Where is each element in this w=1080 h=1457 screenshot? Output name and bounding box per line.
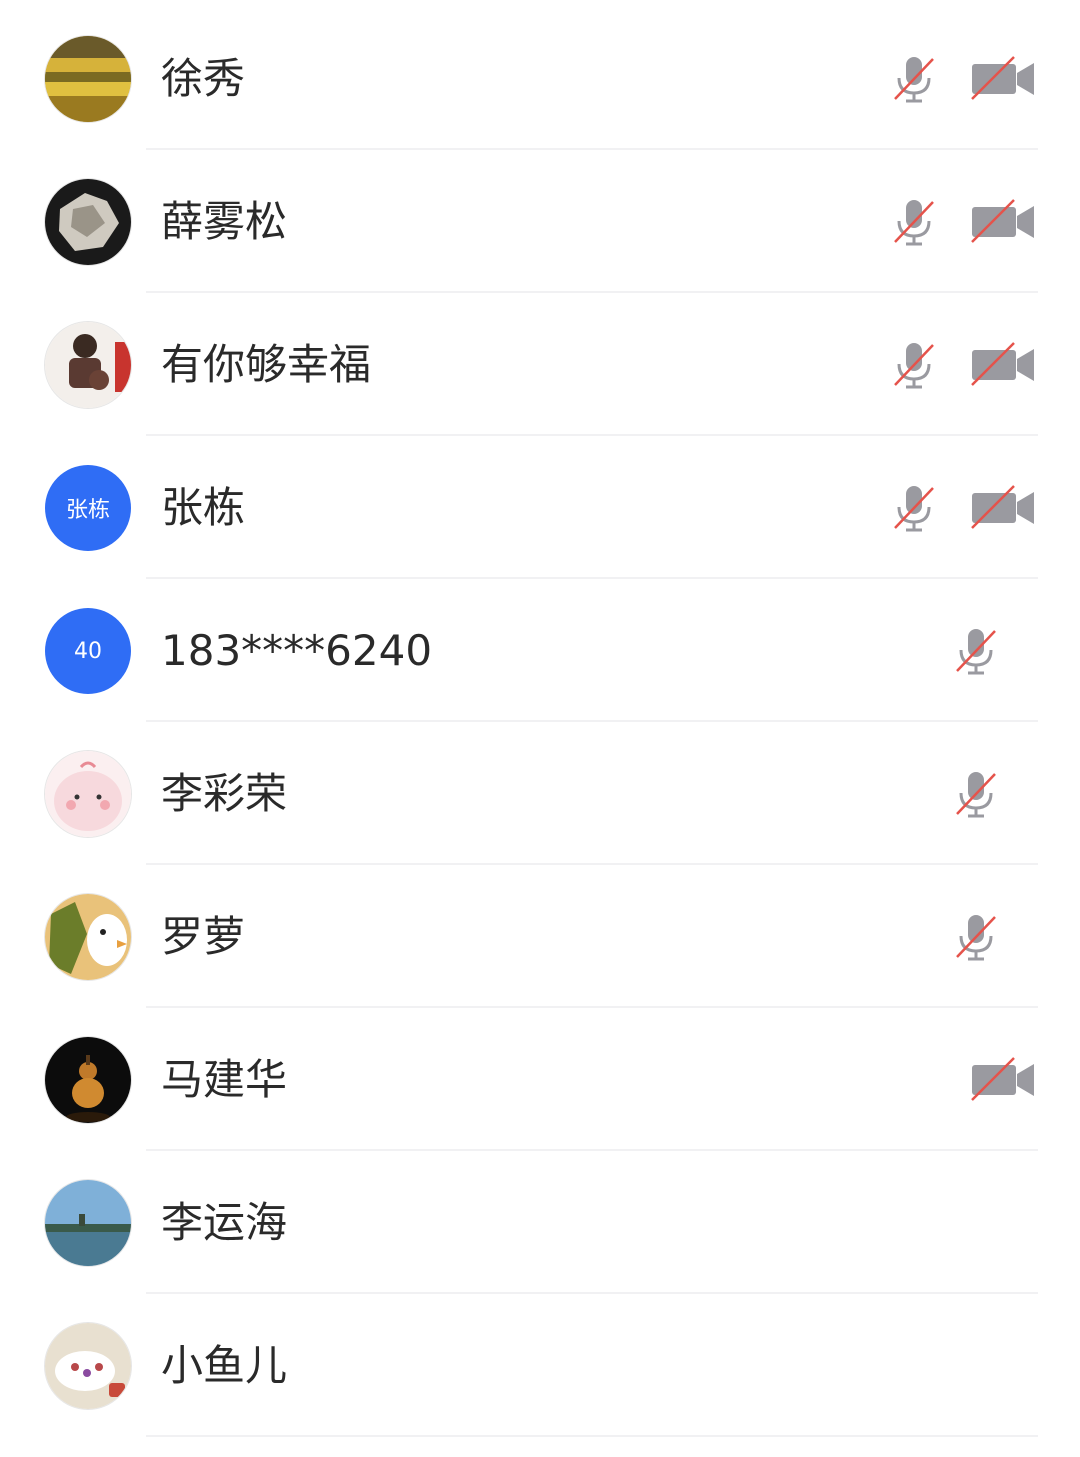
participant-row[interactable]: 40 183****6240 [0,579,1080,722]
mic-muted-icon [948,909,1004,965]
participant-row[interactable]: 小鱼儿 [0,1294,1080,1437]
camera-off-icon [968,337,1040,393]
camera-off-icon [968,51,1040,107]
camera-off-icon [968,480,1040,536]
participant-name: 徐秀 [161,54,246,103]
participant-name: 183****6240 [161,626,433,675]
avatar[interactable] [45,751,131,837]
mic-muted-icon [886,337,942,393]
participant-name: 薛雾松 [161,197,288,246]
participant-name: 李运海 [161,1198,288,1247]
participant-list: 徐秀 薛雾松 有你够幸福 张栋 张栋 40 183****6240 李彩荣 罗萝… [0,7,1080,1437]
avatar[interactable] [45,894,131,980]
participant-row[interactable]: 张栋 张栋 [0,436,1080,579]
avatar[interactable]: 40 [45,608,131,694]
avatar[interactable] [45,179,131,265]
participant-row[interactable]: 罗萝 [0,865,1080,1008]
avatar[interactable] [45,322,131,408]
mic-muted-icon [886,51,942,107]
participant-name: 张栋 [161,483,246,532]
mic-muted-icon [886,194,942,250]
participant-name: 罗萝 [161,912,246,961]
avatar[interactable]: 张栋 [45,465,131,551]
avatar-initials: 张栋 [65,498,110,523]
participant-name: 李彩荣 [161,769,288,818]
participant-name: 小鱼儿 [161,1341,288,1390]
participant-name: 马建华 [161,1055,288,1104]
mic-muted-icon [948,623,1004,679]
avatar[interactable] [45,1323,131,1409]
camera-off-icon [968,1052,1040,1108]
participant-row[interactable]: 薛雾松 [0,150,1080,293]
mic-muted-icon [886,480,942,536]
participant-name: 有你够幸福 [161,340,372,389]
camera-off-icon [968,194,1040,250]
participant-row[interactable]: 徐秀 [0,7,1080,150]
avatar[interactable] [45,36,131,122]
participant-row[interactable]: 马建华 [0,1008,1080,1151]
avatar[interactable] [45,1180,131,1266]
avatar-initials: 40 [74,638,102,664]
mic-muted-icon [948,766,1004,822]
participant-row[interactable]: 李彩荣 [0,722,1080,865]
participant-row[interactable]: 有你够幸福 [0,293,1080,436]
avatar[interactable] [45,1037,131,1123]
participant-row[interactable]: 李运海 [0,1151,1080,1294]
